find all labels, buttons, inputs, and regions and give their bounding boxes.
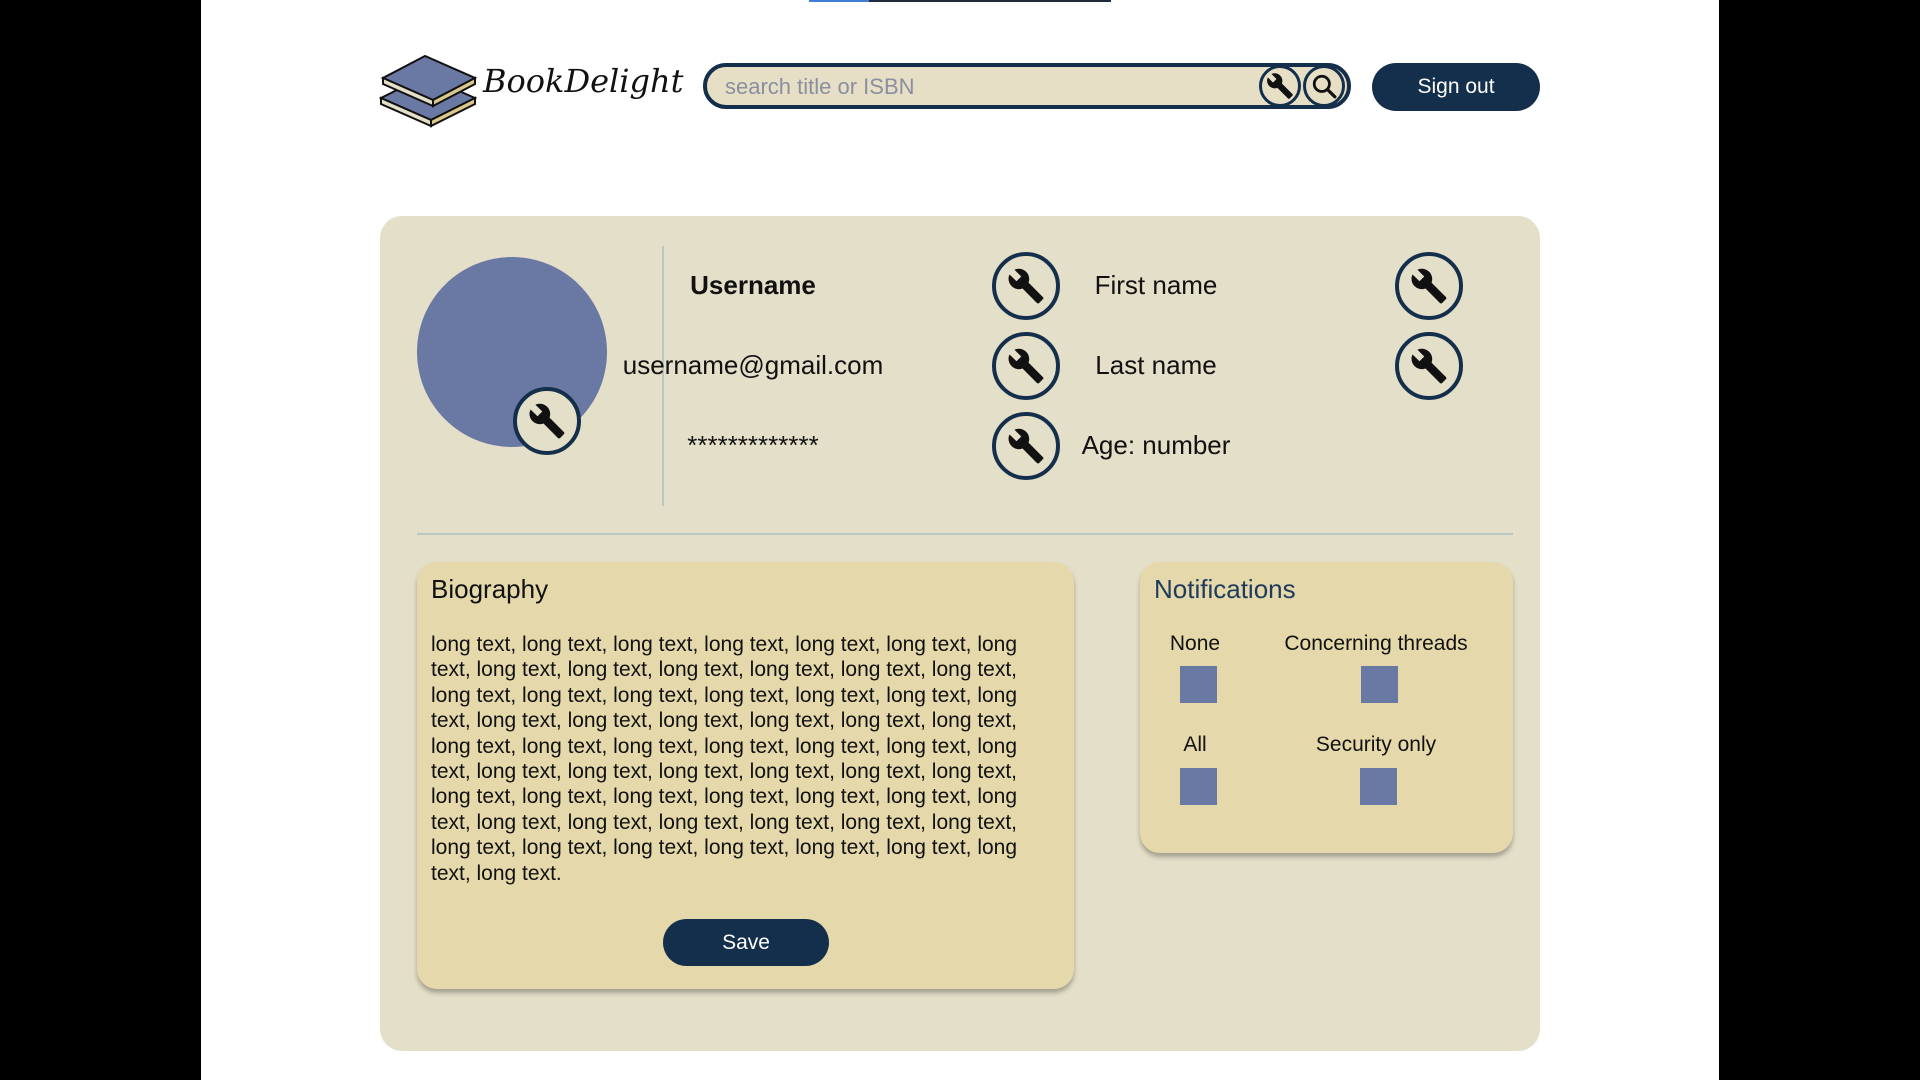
save-button[interactable]: Save [663, 919, 829, 966]
search-button[interactable] [1303, 65, 1345, 107]
horizontal-divider [417, 533, 1513, 535]
wrench-icon [529, 403, 565, 439]
notif-option-threads-label: Concerning threads [1284, 632, 1468, 655]
notif-option-security-checkbox[interactable] [1360, 768, 1397, 805]
top-edge-accent [809, 0, 869, 2]
edit-first-name-button[interactable] [1395, 252, 1463, 320]
password-mask: ************* [687, 430, 819, 460]
profile-card: Username username@gmail.com ************… [380, 216, 1540, 1051]
search-bar [703, 63, 1351, 109]
age-label: Age: number [1081, 430, 1231, 460]
notif-option-security-label: Security only [1315, 733, 1437, 756]
notif-option-threads-checkbox[interactable] [1361, 666, 1398, 703]
notif-option-none-checkbox[interactable] [1180, 666, 1217, 703]
email-label: username@gmail.com [622, 350, 884, 380]
first-name-label: First name [1094, 270, 1218, 300]
search-input[interactable] [723, 67, 1247, 107]
books-logo-icon [379, 54, 478, 128]
notif-option-all-checkbox[interactable] [1180, 768, 1217, 805]
wrench-icon [1411, 268, 1447, 304]
notifications-title: Notifications [1154, 574, 1296, 604]
biography-title: Biography [431, 574, 549, 604]
username-label: Username [690, 270, 816, 300]
biography-text[interactable]: long text, long text, long text, long te… [431, 632, 1051, 886]
biography-panel: Biography long text, long text, long tex… [417, 562, 1074, 989]
logo-text: BookDelight [483, 62, 684, 100]
page: BookDelight Sign out Username username@ [201, 0, 1719, 1080]
notifications-panel: Notifications None Concerning threads Al… [1140, 562, 1513, 853]
search-settings-button[interactable] [1259, 65, 1301, 107]
edit-avatar-button[interactable] [513, 387, 581, 455]
last-name-label: Last name [1095, 350, 1217, 380]
edit-last-name-button[interactable] [1395, 332, 1463, 400]
wrench-icon [1267, 73, 1293, 99]
sign-out-button[interactable]: Sign out [1372, 63, 1540, 111]
logo[interactable]: BookDelight [379, 46, 683, 130]
search-icon [1312, 74, 1337, 99]
wrench-icon [1411, 348, 1447, 384]
